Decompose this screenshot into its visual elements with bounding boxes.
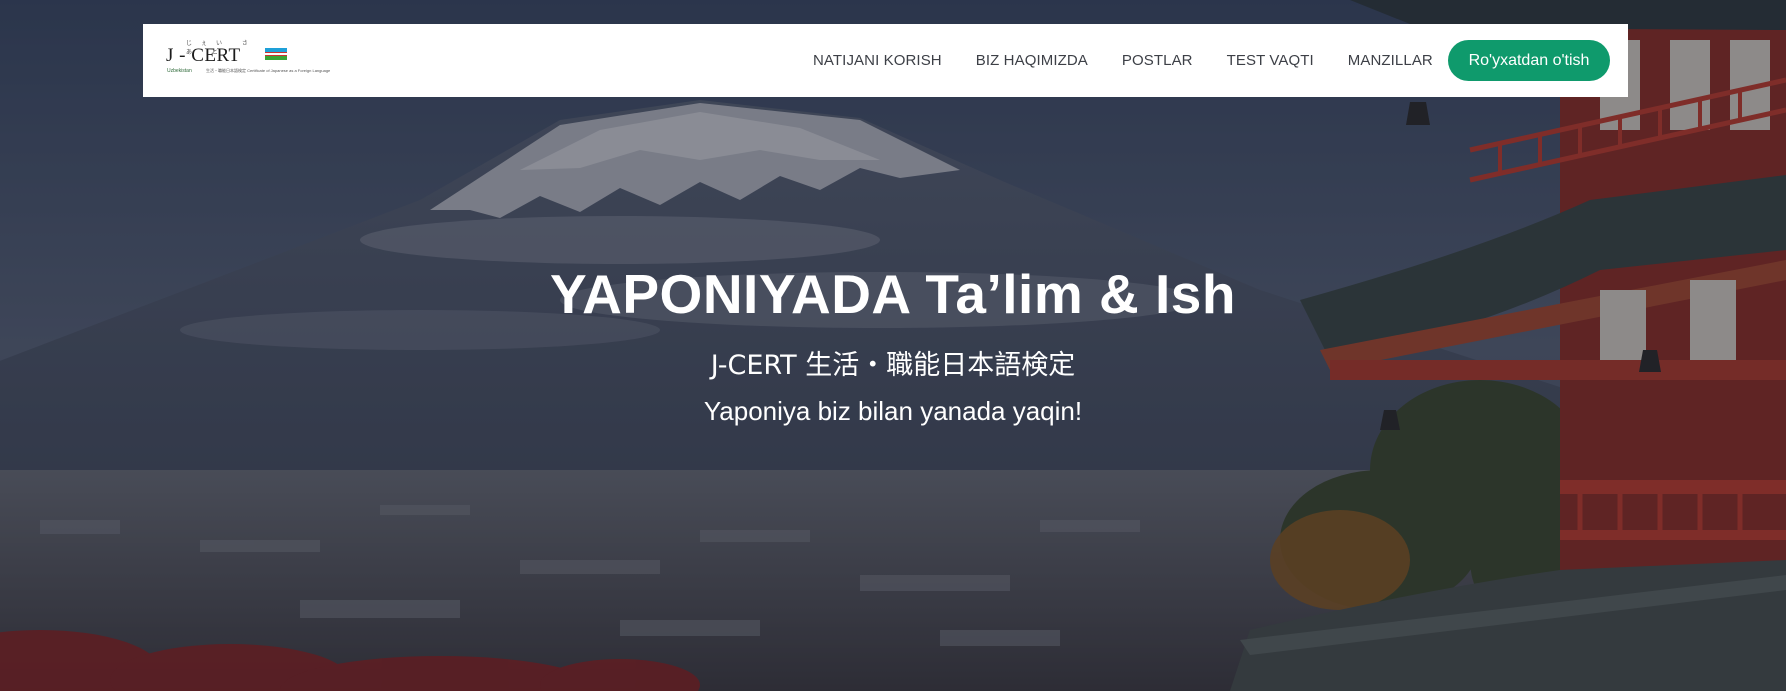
main-nav: NATIJANI KORISH BIZ HAQIMIZDA POSTLAR TE… [813, 24, 1433, 97]
logo-sub-text: Uzbekistan [167, 68, 192, 74]
hero-title: YAPONIYADA Ta’lim & Ish [550, 263, 1236, 325]
uzbekistan-flag-icon [265, 48, 287, 62]
hero-tagline: Yaponiya biz bilan yanada yaqin! [703, 396, 1083, 426]
nav-link-postlar[interactable]: POSTLAR [1122, 52, 1193, 69]
navbar: じぇい さ あ と J - CERT Uzbekistan 生活・職能日本語検定… [143, 24, 1628, 97]
nav-link-test-vaqti[interactable]: TEST VAQTI [1227, 52, 1314, 69]
nav-link-biz-haqimizda[interactable]: BIZ HAQIMIZDA [976, 52, 1088, 69]
logo-brand-text: J - CERT [166, 45, 241, 66]
logo-caption: 生活・職能日本語検定 Certificate of Japanese as a … [206, 68, 331, 73]
nav-link-manzillar[interactable]: MANZILLAR [1348, 52, 1433, 69]
hero-subtitle: J-CERT 生活・職能日本語検定 [710, 350, 1076, 381]
register-button[interactable]: Ro'yxatdan o'tish [1448, 40, 1610, 81]
jcert-logo[interactable]: じぇい さ あ と J - CERT Uzbekistan 生活・職能日本語検定… [166, 38, 330, 84]
nav-link-natijani-korish[interactable]: NATIJANI KORISH [813, 52, 942, 69]
